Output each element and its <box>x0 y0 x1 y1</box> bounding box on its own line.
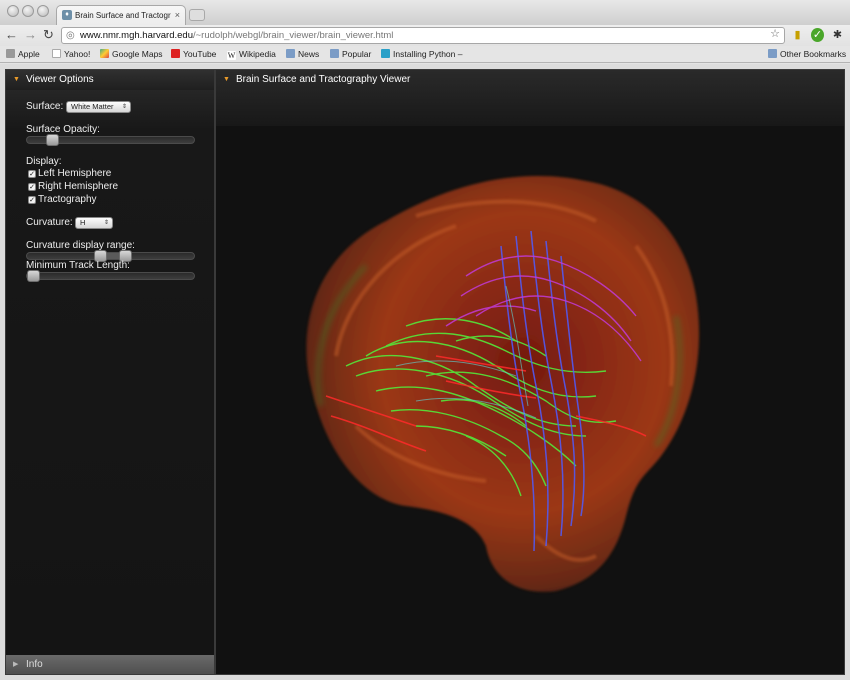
folder-icon <box>286 49 295 58</box>
bookmark-installing-python[interactable]: Installing Python – <box>381 48 462 60</box>
folder-icon <box>330 49 339 58</box>
left-hemisphere-checkbox[interactable]: ✓ <box>28 170 36 178</box>
folder-icon <box>768 49 777 58</box>
surface-select-value: White Matter <box>71 102 114 111</box>
extension-phone-icon[interactable]: ▮ <box>791 28 804 42</box>
zoom-window-button[interactable] <box>37 5 49 17</box>
curvature-select-value: H <box>80 218 86 227</box>
left-hemisphere-label: Left Hemisphere <box>38 168 112 179</box>
toolbar: ← → ↻ ◎ www.nmr.mgh.harvard.edu/~rudolph… <box>0 25 850 46</box>
display-label: Display: <box>26 156 62 167</box>
apple-icon <box>6 49 15 58</box>
info-title: Info <box>26 659 43 670</box>
address-bar[interactable]: ◎ www.nmr.mgh.harvard.edu/~rudolph/webgl… <box>61 27 785 44</box>
min-track-length-label: Minimum Track Length: <box>26 260 130 271</box>
viewer-options-title: Viewer Options <box>26 74 94 85</box>
tab-title: Brain Surface and Tractograp <box>75 11 171 20</box>
shield-favicon-icon: ♦ <box>62 10 72 20</box>
app-area: ▼ Viewer Options Surface: White Matter ⇕… <box>0 64 850 680</box>
youtube-icon <box>171 49 180 58</box>
info-panel-header[interactable]: ▶ Info <box>6 655 214 674</box>
other-bookmarks-folder[interactable]: Other Bookmarks <box>768 48 846 60</box>
min-track-length-handle[interactable] <box>27 270 40 282</box>
bookmark-google-maps[interactable]: Google Maps <box>100 48 163 60</box>
bookmark-news-folder[interactable]: News <box>286 48 319 60</box>
browser-tab[interactable]: ♦ Brain Surface and Tractograp × <box>56 5 186 25</box>
right-hemisphere-label: Right Hemisphere <box>38 181 119 192</box>
surface-label: Surface: <box>26 101 64 112</box>
bookmark-star-icon[interactable]: ☆ <box>770 27 780 42</box>
viewer-title: Brain Surface and Tractography Viewer <box>236 74 411 85</box>
disclosure-triangle-icon: ▼ <box>13 76 20 83</box>
bookmarks-bar: Apple Yahoo! Google Maps YouTube W Wikipe… <box>0 46 850 63</box>
maps-icon <box>100 49 109 58</box>
surface-select[interactable]: White Matter ⇕ <box>66 101 131 113</box>
tractography-checkbox[interactable]: ✓ <box>28 196 36 204</box>
browser-window: ♦ Brain Surface and Tractograp × ← → ↻ ◎… <box>0 0 850 680</box>
wrench-icon[interactable]: ✱ <box>831 28 844 42</box>
bookmark-wikipedia[interactable]: W Wikipedia <box>227 48 276 60</box>
tractography-label: Tractography <box>38 194 97 205</box>
surface-opacity-handle[interactable] <box>45 134 59 146</box>
brain-render[interactable] <box>216 126 844 674</box>
brain-viewer-panel: ▼ Brain Surface and Tractography Viewer <box>215 69 845 675</box>
close-window-button[interactable] <box>7 5 19 17</box>
curvature-select[interactable]: H ⇕ <box>75 217 113 229</box>
reload-icon[interactable]: ↻ <box>43 27 54 43</box>
bookmark-apple[interactable]: Apple <box>6 48 40 60</box>
viewer-options-panel: ▼ Viewer Options Surface: White Matter ⇕… <box>5 69 215 675</box>
bookmark-popular-folder[interactable]: Popular <box>330 48 371 60</box>
page-icon <box>52 49 61 58</box>
back-arrow-icon[interactable]: ← <box>5 27 18 43</box>
title-bar: ♦ Brain Surface and Tractograp × <box>0 0 850 25</box>
webgl-canvas[interactable] <box>216 126 844 674</box>
tab-close-icon[interactable]: × <box>175 10 180 20</box>
viewer-header[interactable]: ▼ Brain Surface and Tractography Viewer <box>216 70 844 126</box>
minimize-window-button[interactable] <box>22 5 34 17</box>
viewer-options-body: Surface: White Matter ⇕ Surface Opacity:… <box>6 90 214 655</box>
new-tab-button[interactable] <box>189 9 205 21</box>
surface-opacity-slider[interactable] <box>26 134 195 146</box>
url-text: www.nmr.mgh.harvard.edu/~rudolph/webgl/b… <box>80 30 394 41</box>
select-arrows-icon: ⇕ <box>121 104 127 110</box>
surface-opacity-label: Surface Opacity: <box>26 124 100 135</box>
extension-check-icon[interactable]: ✓ <box>811 28 824 42</box>
select-arrows-icon: ⇕ <box>103 220 109 226</box>
viewer-options-header[interactable]: ▼ Viewer Options <box>6 70 214 90</box>
bookmark-yahoo[interactable]: Yahoo! <box>52 48 90 60</box>
forward-arrow-icon[interactable]: → <box>24 27 37 43</box>
disclosure-triangle-icon: ▼ <box>223 76 230 83</box>
wikipedia-icon: W <box>227 51 236 60</box>
globe-icon: ◎ <box>66 30 75 41</box>
min-track-length-slider[interactable] <box>26 270 195 282</box>
curvature-label: Curvature: <box>26 217 73 228</box>
bookmark-youtube[interactable]: YouTube <box>171 48 216 60</box>
right-hemisphere-checkbox[interactable]: ✓ <box>28 183 36 191</box>
site-icon <box>381 49 390 58</box>
curvature-range-label: Curvature display range: <box>26 240 135 251</box>
disclosure-triangle-collapsed-icon: ▶ <box>13 661 19 668</box>
curvature-range-slider[interactable] <box>26 250 195 262</box>
